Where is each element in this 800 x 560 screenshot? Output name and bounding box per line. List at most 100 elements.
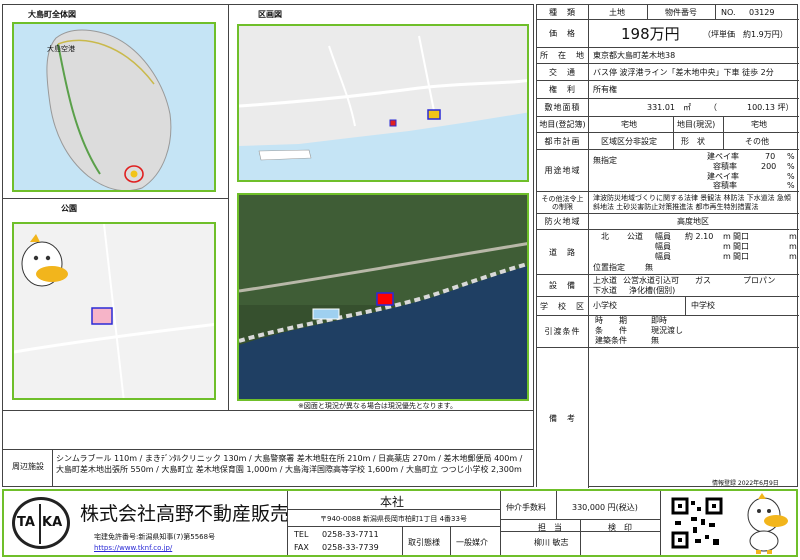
sewer-value: 浄化槽(個別) <box>629 286 676 295</box>
elem-label: 小学校 <box>593 301 617 310</box>
island-map-svg <box>46 29 172 190</box>
row-area: 敷地面積 331.01 ㎡ （ 100.13 坪） <box>537 99 799 117</box>
fee-label: 仲介手数料 <box>506 503 546 512</box>
delivery-label: 引渡条件 <box>537 316 589 347</box>
logo-divider <box>39 504 41 544</box>
aerial-pool <box>312 308 340 320</box>
company-footer: TA KA 株式会社高野不動産販売 宅建免許番号:新潟県知事(7)第5568号 … <box>2 489 798 557</box>
road-type: 公道 <box>627 232 643 241</box>
left-divider-h <box>2 198 228 199</box>
mascot-icon <box>734 491 792 555</box>
road-frontage-3: 間口 <box>733 252 749 261</box>
type-label: 種 類 <box>537 5 589 19</box>
fax-label: FAX <box>294 543 309 552</box>
qr-code-icon[interactable] <box>671 497 723 549</box>
registry-value: 宅地 <box>621 120 637 129</box>
row-fire: 防火地域 高度地区 <box>537 214 799 230</box>
area-map-svg <box>239 35 527 180</box>
timing-label: 時 期 <box>595 316 627 325</box>
footer-sep-3 <box>450 526 451 555</box>
ref-plot <box>389 119 397 127</box>
road-m-2: m <box>723 242 731 251</box>
row-facilities: 設 備 上水道 公営水道引込可 ガス プロパン 下水道 浄化槽(個別) <box>537 275 799 297</box>
restrictions-label: その他法令上の制限 <box>537 192 589 213</box>
fire-value: 高度地区 <box>677 217 709 226</box>
company-address: 〒940-0088 新潟県長岡市柏町1丁目 4番33号 <box>320 515 467 523</box>
gas-value: プロパン <box>743 276 776 285</box>
current-value: 宅地 <box>751 120 767 129</box>
city-plan-value: 区域区分非設定 <box>601 137 657 146</box>
island-map: 大島空港 <box>12 22 216 192</box>
land-sep <box>673 117 674 133</box>
aerial-photo <box>237 193 529 401</box>
aerial-photo-svg <box>239 195 527 399</box>
far-value-1: 200 <box>761 162 777 171</box>
row-city-plan: 都市計画 区域区分非設定 形 状 その他 <box>537 133 799 150</box>
mascot-icon <box>21 234 68 287</box>
area-map <box>237 24 529 182</box>
side-road-2 <box>418 35 436 117</box>
info-date: 情報登録 2022年6月9日 <box>712 480 779 487</box>
deal-value: 一般媒介 <box>456 538 488 547</box>
bcr-value-1: 70 <box>765 152 776 161</box>
left-divider-v <box>228 4 229 410</box>
area-map-title: 区画図 <box>258 10 282 19</box>
cond-label: 条 件 <box>595 326 627 335</box>
restrictions-value: 津波防災地域づくりに関する法律 景観法 林防法 下水道法 急傾斜地法 土砂災害防… <box>593 194 791 211</box>
road-dir: 北 <box>601 232 609 241</box>
row-school: 学 校 区 小学校 中学校 <box>537 297 799 316</box>
left-divider-h3 <box>2 449 534 450</box>
park-map <box>12 222 216 400</box>
sea-area <box>239 112 527 180</box>
notes-label: 備 考 <box>537 348 589 488</box>
unit-price: （坪単価 約1.9万円） <box>703 30 788 39</box>
row-zoning: 用途地域 無指定 建ペイ率 70 % 容積率 200 % 建ペイ率 % 容積率 … <box>537 150 799 192</box>
deal-label: 取引態様 <box>408 538 440 547</box>
row-delivery: 引渡条件 時 期 即時 条 件 現況渡し 建築条件 無 <box>537 316 799 348</box>
property-table: 種 類 土地 物件番号 NO. 03129 価 格 198万円 （坪単価 約1.… <box>536 4 799 488</box>
rights-value: 所有権 <box>593 85 617 94</box>
road-width-value: 約 2.10 <box>685 232 714 241</box>
build-cond-label: 建築条件 <box>595 336 627 345</box>
rights-label: 権 利 <box>537 81 589 98</box>
row-type: 種 類 土地 物件番号 NO. 03129 <box>537 5 799 20</box>
zoning-value: 無指定 <box>593 156 617 165</box>
island-map-title: 大島町全体図 <box>28 10 76 19</box>
transport-label: 交 通 <box>537 64 589 80</box>
sewer-label: 下水道 <box>593 286 617 295</box>
location-label: 所 在 地 <box>537 48 589 63</box>
road-frontage-2: 間口 <box>733 242 749 251</box>
type-sep <box>647 5 648 20</box>
area-paren: （ <box>709 103 717 112</box>
footer-sep-1 <box>287 491 288 555</box>
position-label: 位置指定 <box>593 263 625 272</box>
park-target-plot <box>91 307 113 325</box>
footer-sep-6 <box>580 519 581 555</box>
tel-number[interactable]: 0258-33-7711 <box>322 530 379 539</box>
photo-note: ※図面と現況が異なる場合は現況優先となります。 <box>298 402 457 410</box>
address-underline <box>288 526 500 527</box>
fee-value: 330,000 円(税込) <box>572 503 638 512</box>
no-label: NO. <box>721 8 736 17</box>
registry-label: 地目(登記簿) <box>537 117 589 132</box>
road-m-3: m <box>723 252 731 261</box>
row-land-category: 地目(登記簿) 宅地 地目(現況) 宅地 <box>537 117 799 133</box>
row-rights: 権 利 所有権 <box>537 81 799 99</box>
shape-label: 形 状 <box>681 137 705 146</box>
park-map-title: 公園 <box>61 204 77 213</box>
row-restrictions: その他法令上の制限 津波防災地域づくりに関する法律 景観法 林防法 下水道法 急… <box>537 192 799 214</box>
road-width-label-3: 幅員 <box>655 252 671 261</box>
city-plan-label: 都市計画 <box>537 133 589 149</box>
logo-ta: TA <box>17 515 35 530</box>
fire-label: 防火地域 <box>537 214 589 229</box>
footer-sep-2 <box>402 526 403 555</box>
type-sep-2 <box>715 5 716 20</box>
school-label: 学 校 区 <box>537 297 589 315</box>
side-road <box>328 45 356 127</box>
footer-sep-7 <box>660 491 661 555</box>
facilities-label: 設 備 <box>537 275 589 296</box>
company-url[interactable]: https://www.tknf.co.jp/ <box>94 544 172 552</box>
branch-underline <box>288 509 500 510</box>
company-logo: TA KA <box>12 497 70 549</box>
road-width-label-2: 幅員 <box>655 242 671 251</box>
